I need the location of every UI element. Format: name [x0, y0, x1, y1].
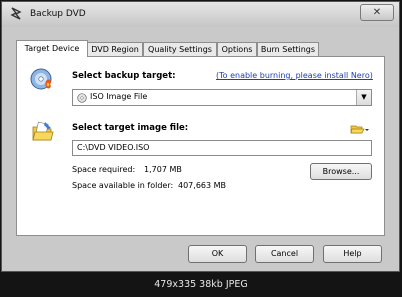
chevron-down-icon[interactable]: ▼: [356, 90, 371, 105]
disc-icon: [30, 68, 52, 90]
image-file-path-input[interactable]: C:\DVD VIDEO.ISO: [72, 140, 372, 156]
backup-target-value: ISO Image File: [90, 92, 148, 101]
disc-small-icon: [77, 93, 87, 103]
target-device-panel: Select backup target: (To enable burning…: [16, 56, 385, 236]
app-icon: [10, 7, 22, 20]
image-file-label: Select target image file:: [72, 123, 189, 133]
window-title: Backup DVD: [30, 9, 86, 19]
tab-burn-settings[interactable]: Burn Settings: [257, 42, 319, 56]
tab-dvd-region[interactable]: DVD Region: [87, 42, 143, 56]
tab-quality-settings[interactable]: Quality Settings: [143, 42, 217, 56]
tab-target-device[interactable]: Target Device: [16, 40, 88, 57]
close-icon: ✕: [372, 7, 382, 18]
space-available-value: 407,663 MB: [178, 181, 227, 190]
open-folder-icon[interactable]: [350, 123, 370, 135]
folder-file-icon: [32, 121, 54, 141]
image-caption: 479x335 38kb JPEG: [154, 279, 248, 290]
ok-button[interactable]: OK: [188, 245, 247, 263]
help-button[interactable]: Help: [323, 245, 382, 263]
title-bar[interactable]: Backup DVD ✕: [2, 2, 399, 27]
backup-dvd-dialog: Backup DVD ✕ Target Device DVD Region Qu…: [1, 1, 400, 272]
backup-target-select[interactable]: ISO Image File ▼: [72, 89, 372, 106]
close-button[interactable]: ✕: [360, 4, 394, 21]
space-available-label: Space available in folder:: [72, 181, 174, 190]
install-nero-link[interactable]: (To enable burning, please install Nero): [216, 71, 373, 80]
tab-options[interactable]: Options: [217, 42, 257, 56]
browse-button[interactable]: Browse...: [310, 163, 372, 180]
space-required-label: Space required:: [72, 165, 136, 174]
backup-target-label: Select backup target:: [72, 71, 176, 81]
space-required-value: 1,707 MB: [144, 165, 182, 174]
cancel-button[interactable]: Cancel: [255, 245, 314, 263]
